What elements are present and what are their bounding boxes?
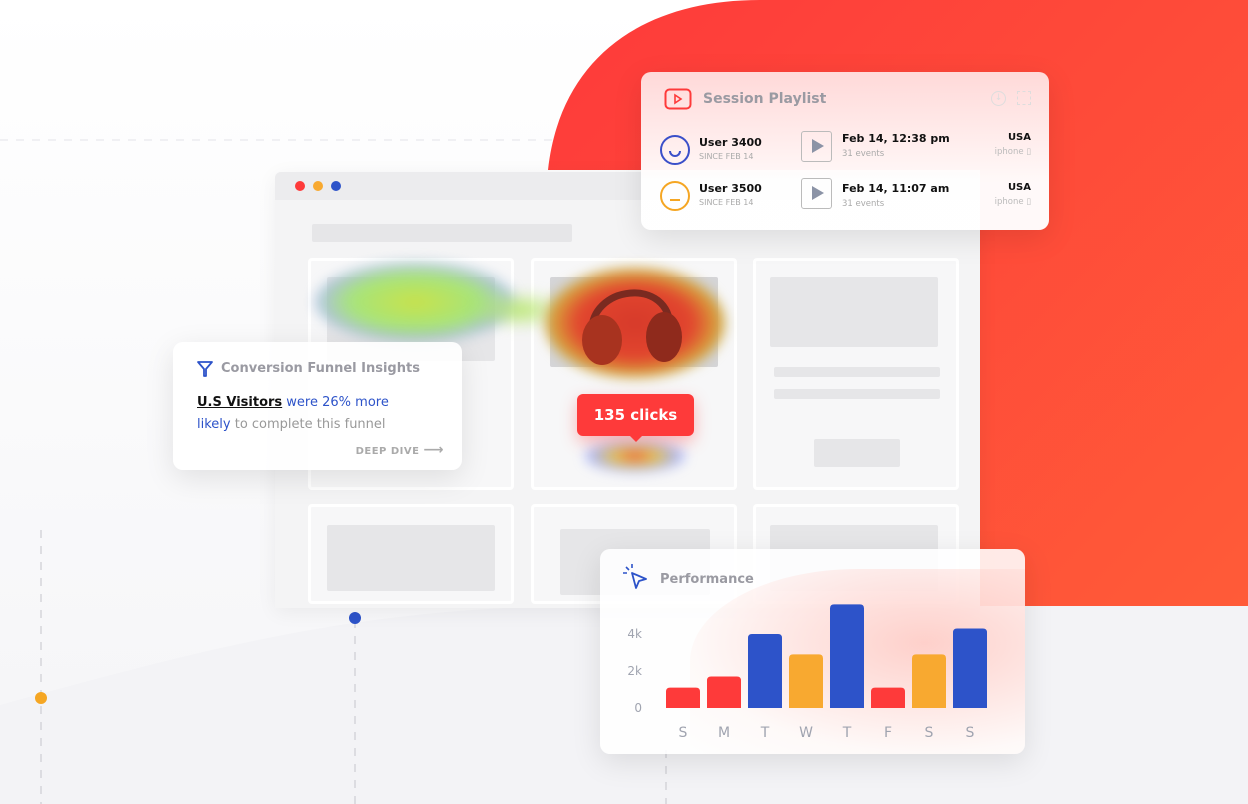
heatmap-blob — [585, 440, 685, 472]
funnel-title: Conversion Funnel Insights — [221, 361, 420, 376]
bar — [666, 687, 700, 708]
maximize-dot — [331, 181, 341, 191]
x-tick-label: F — [884, 725, 892, 741]
x-tick-label: M — [718, 725, 730, 741]
user-name: User 3400 — [699, 136, 762, 149]
user-since: SINCE FEB 14 — [699, 198, 754, 207]
session-row[interactable]: User 3400 SINCE FEB 14 Feb 14, 12:38 pm 31… — [641, 130, 1049, 170]
arrow-right-icon: ⟶ — [423, 442, 444, 458]
bar-chart: 0 2k 4k S M T W T F S S — [627, 604, 987, 741]
funnel-text: were 26% more — [282, 395, 389, 410]
funnel-icon — [197, 361, 213, 377]
session-country: USA — [1007, 132, 1031, 143]
y-tick-label: 0 — [634, 701, 642, 715]
neutral-face-icon — [660, 181, 690, 211]
session-device: iphone — [994, 197, 1024, 207]
phone-icon: ▯ — [1026, 147, 1031, 157]
session-date: Feb 14, 12:38 pm — [842, 132, 950, 145]
user-name: User 3500 — [699, 182, 762, 195]
session-row[interactable]: User 3500 SINCE FEB 14 Feb 14, 11:07 am 31… — [641, 178, 1049, 218]
x-tick-label: S — [925, 725, 934, 741]
deep-dive-label: DEEP DIVE — [355, 446, 420, 457]
playlist-title: Session Playlist — [703, 91, 827, 107]
performance-card: Performance 0 2k 4k S M T W T F S S — [600, 549, 1025, 754]
session-device: iphone — [994, 147, 1024, 157]
session-events: 31 events — [842, 199, 885, 209]
x-tick-label: T — [842, 725, 852, 741]
bar — [707, 676, 741, 708]
y-tick-label: 2k — [627, 664, 642, 678]
x-tick-label: S — [679, 725, 688, 741]
bar — [871, 687, 905, 708]
funnel-highlight[interactable]: U.S Visitors — [197, 395, 282, 410]
x-tick-label: T — [760, 725, 770, 741]
y-tick-label: 4k — [627, 627, 642, 641]
tooltip-arrow — [628, 434, 644, 442]
download-icon[interactable]: ↓ — [991, 91, 1006, 106]
minimize-dot — [313, 181, 323, 191]
funnel-text: likely — [197, 417, 231, 432]
bar — [830, 604, 864, 708]
play-button[interactable] — [801, 131, 832, 162]
bar — [789, 654, 823, 708]
session-playlist-card: Session Playlist ↓ User 3400 SINCE FEB 14… — [641, 72, 1049, 230]
close-dot — [295, 181, 305, 191]
deep-dive-link[interactable]: DEEP DIVE ⟶ — [356, 442, 444, 458]
clicks-tooltip: 135 clicks — [577, 394, 694, 436]
x-tick-label: S — [966, 725, 975, 741]
product-tile — [753, 258, 959, 490]
funnel-insights-card: Conversion Funnel Insights U.S Visitors … — [173, 342, 462, 470]
play-button[interactable] — [801, 178, 832, 209]
play-video-icon — [664, 88, 692, 110]
user-since: SINCE FEB 14 — [699, 152, 754, 161]
expand-icon[interactable] — [1017, 91, 1031, 105]
bar — [748, 634, 782, 708]
phone-icon: ▯ — [1026, 197, 1031, 207]
bar — [912, 654, 946, 708]
headphones-icon — [582, 289, 682, 365]
product-tile — [308, 504, 514, 604]
bar — [953, 628, 987, 708]
funnel-text: to complete this funnel — [230, 417, 386, 432]
session-country: USA — [1007, 182, 1031, 193]
placeholder-bar — [312, 224, 572, 242]
x-tick-label: W — [799, 725, 813, 741]
session-date: Feb 14, 11:07 am — [842, 182, 950, 195]
session-events: 31 events — [842, 149, 885, 159]
happy-face-icon — [660, 135, 690, 165]
